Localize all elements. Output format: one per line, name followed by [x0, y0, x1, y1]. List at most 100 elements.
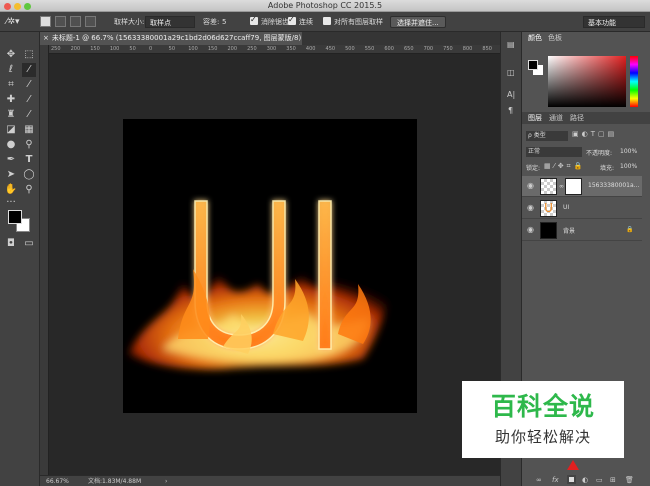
opacity-value[interactable]: 100% [620, 148, 637, 155]
anti-alias-label: 消除锯齿 [261, 18, 289, 26]
paragraph-panel-icon[interactable]: ¶ [508, 106, 513, 115]
layer-name: 15633380001a... [588, 182, 640, 189]
link-icon[interactable]: ∞ [559, 183, 564, 190]
layer-row[interactable]: ◉ ∞ 15633380001a... [522, 176, 642, 197]
healing-brush-icon[interactable]: ✚ [4, 93, 18, 107]
layer-row[interactable]: ◉ U UI [522, 198, 642, 219]
blend-mode-select[interactable]: 正常 [526, 147, 582, 157]
close-tab-icon[interactable]: × [43, 34, 49, 42]
color-fg-swatch[interactable] [528, 60, 538, 70]
sample-all-layers-label: 对所有图层取样 [334, 18, 383, 26]
ruler-tick-label: 350 [286, 46, 296, 52]
new-layer-icon[interactable]: ⊞ [610, 476, 616, 484]
crop-tool-icon[interactable]: ⌗ [4, 78, 18, 92]
layer-thumbnail [540, 178, 557, 195]
document-size-info[interactable]: 文档:1.83M/4.88M [88, 476, 141, 486]
tab-color[interactable]: 颜色 [528, 32, 542, 44]
gradient-tool-icon[interactable]: ▦ [22, 123, 36, 137]
select-and-mask-button[interactable]: 选择并遮住... [390, 16, 446, 28]
contiguous-label: 连续 [299, 18, 313, 26]
layer-filter-icons[interactable]: ▣◐T▢▤ [572, 130, 617, 138]
dodge-tool-icon[interactable]: ⚲ [22, 138, 36, 152]
marquee-tool-icon[interactable]: ⬚ [22, 48, 36, 62]
vertical-ruler[interactable] [40, 45, 49, 475]
layer-row[interactable]: ◉ 背景 🔒 [522, 220, 642, 241]
quick-mask-icon[interactable]: ◘ [4, 237, 18, 251]
more-tools-icon[interactable]: ··· [4, 196, 18, 210]
eyedropper-tool-icon[interactable]: ⁄ [22, 78, 36, 92]
type-tool-icon[interactable]: T [22, 153, 36, 167]
watermark-title: 百科全说 [490, 392, 595, 421]
magic-wand-tool-preset-icon[interactable]: ⁄✲▾ [6, 16, 20, 28]
magic-wand-tool-icon[interactable]: ⁄ [22, 63, 36, 77]
add-to-selection-icon[interactable] [55, 16, 66, 27]
tab-channels[interactable]: 通道 [549, 112, 563, 124]
color-picker-field[interactable] [548, 56, 626, 107]
lock-icons[interactable]: ▦⁄✥⌗🔒 [544, 162, 585, 171]
ruler-tick-label: 100 [109, 46, 120, 52]
ruler-tick-label: 100 [188, 46, 198, 52]
window-titlebar: Adobe Photoshop CC 2015.5 [0, 0, 650, 12]
add-mask-icon[interactable] [567, 475, 576, 484]
layer-mask-thumbnail[interactable] [565, 178, 582, 195]
tab-paths[interactable]: 路径 [570, 112, 584, 124]
layer-filter-select[interactable]: ρ 类型 [526, 131, 568, 141]
tab-swatches[interactable]: 色板 [548, 32, 562, 44]
ruler-tick-label: 800 [462, 46, 473, 52]
checkbox-icon [250, 14, 258, 26]
blur-tool-icon[interactable]: ● [4, 138, 18, 152]
sample-size-select[interactable]: 取样点 [145, 16, 195, 28]
ellipse-tool-icon[interactable]: ◯ [22, 168, 36, 182]
brush-tool-icon[interactable]: ⁄ [22, 93, 36, 107]
ruler-tick-label: 250 [247, 46, 257, 52]
path-selection-icon[interactable]: ➤ [4, 168, 18, 182]
adjustment-layer-icon[interactable]: ◐ [582, 476, 588, 484]
checkbox-icon [323, 17, 331, 25]
horizontal-ruler[interactable]: 250 200 150 100 50 0 50 100 150 200 250 300 350 400 45… [49, 45, 500, 54]
layer-name: 背景 [563, 228, 576, 235]
screen-mode-icon[interactable]: ▭ [22, 237, 36, 251]
pen-tool-icon[interactable]: ✒ [4, 153, 18, 167]
eye-icon[interactable]: ◉ [527, 181, 534, 190]
document-tab-title: 未标题-1 @ 66.7% (15633380001a29c1bd2d06d62… [51, 34, 302, 42]
eye-icon[interactable]: ◉ [527, 203, 534, 212]
status-menu-arrow-icon[interactable]: › [165, 476, 167, 486]
workspace-select[interactable]: 基本功能 [583, 16, 645, 28]
ruler-tick-label: 300 [266, 46, 277, 52]
ruler-tick-label: 500 [345, 46, 355, 52]
hand-tool-icon[interactable]: ✋ [4, 183, 18, 197]
ruler-tick-label: 450 [325, 46, 336, 52]
history-panel-icon[interactable]: ▤ [507, 40, 515, 49]
properties-panel-icon[interactable]: ◫ [507, 68, 515, 77]
history-brush-icon[interactable]: ⁄ [22, 108, 36, 122]
lasso-tool-icon[interactable]: ℓ [4, 63, 18, 77]
intersect-selection-icon[interactable] [85, 16, 96, 27]
sample-size-value: 取样点 [150, 19, 171, 27]
eraser-tool-icon[interactable]: ◪ [4, 123, 18, 137]
zoom-level[interactable]: 66.67% [46, 476, 69, 486]
trash-icon[interactable]: 🗑 [625, 476, 634, 484]
document-tab[interactable]: × 未标题-1 @ 66.7% (15633380001a29c1bd2d06d6… [40, 32, 302, 45]
canvas[interactable] [123, 119, 417, 413]
tab-layers[interactable]: 图层 [528, 112, 542, 124]
foreground-color-swatch[interactable] [8, 210, 22, 224]
new-selection-icon[interactable] [40, 16, 51, 27]
sample-all-layers-checkbox[interactable]: 对所有图层取样 [323, 16, 383, 28]
fill-value[interactable]: 100% [620, 163, 637, 170]
zoom-tool-icon[interactable]: ⚲ [22, 183, 36, 197]
group-icon[interactable]: ▭ [596, 476, 603, 484]
eye-icon[interactable]: ◉ [527, 225, 534, 234]
link-layers-icon[interactable]: ∞ [536, 476, 542, 484]
layer-style-icon[interactable]: fx [552, 476, 559, 484]
ruler-tick-label: 200 [70, 46, 81, 52]
character-panel-icon[interactable]: A| [507, 90, 515, 99]
move-tool-icon[interactable]: ✥ [4, 48, 18, 62]
contiguous-checkbox[interactable]: 连续 [288, 14, 313, 28]
clone-stamp-icon[interactable]: ♜ [4, 108, 18, 122]
hue-slider[interactable] [630, 56, 638, 107]
tools-panel: ✥ ⬚ ℓ ⁄ ⌗ ⁄ ✚ ⁄ ♜ ⁄ ◪ ▦ ● ⚲ ✒ T ➤ ◯ ✋ ⚲ … [0, 32, 40, 486]
tolerance-input[interactable]: 5 [222, 16, 226, 28]
anti-alias-checkbox[interactable]: 消除锯齿 [250, 14, 289, 28]
subtract-selection-icon[interactable] [70, 16, 81, 27]
pasteboard[interactable] [49, 54, 500, 475]
